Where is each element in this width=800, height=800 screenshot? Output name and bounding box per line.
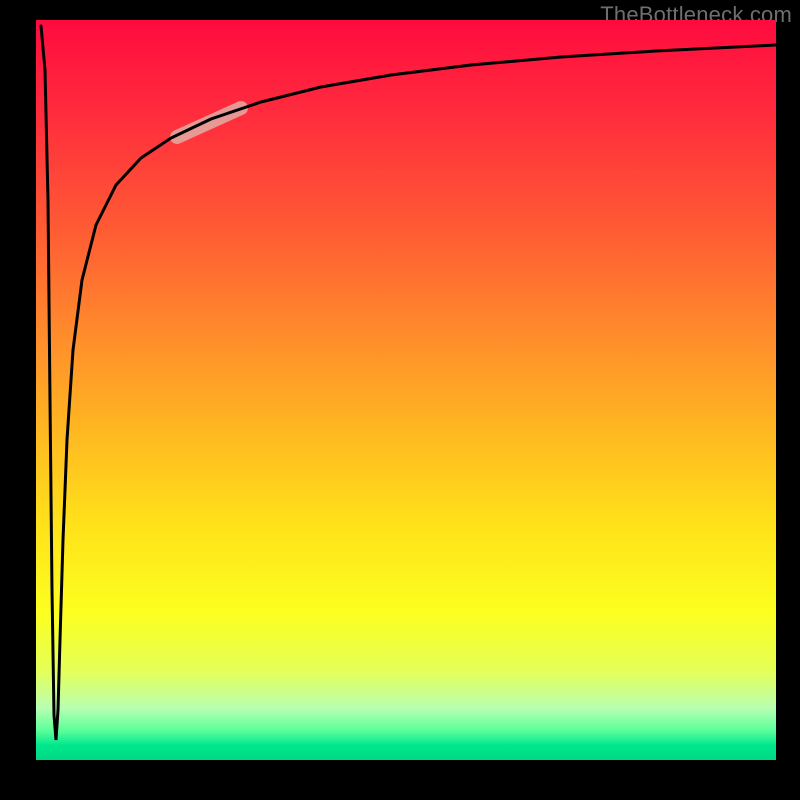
curve-svg bbox=[36, 20, 776, 760]
chart-frame: TheBottleneck.com bbox=[0, 0, 800, 800]
plot-area bbox=[36, 20, 776, 760]
bottleneck-curve bbox=[41, 26, 776, 740]
